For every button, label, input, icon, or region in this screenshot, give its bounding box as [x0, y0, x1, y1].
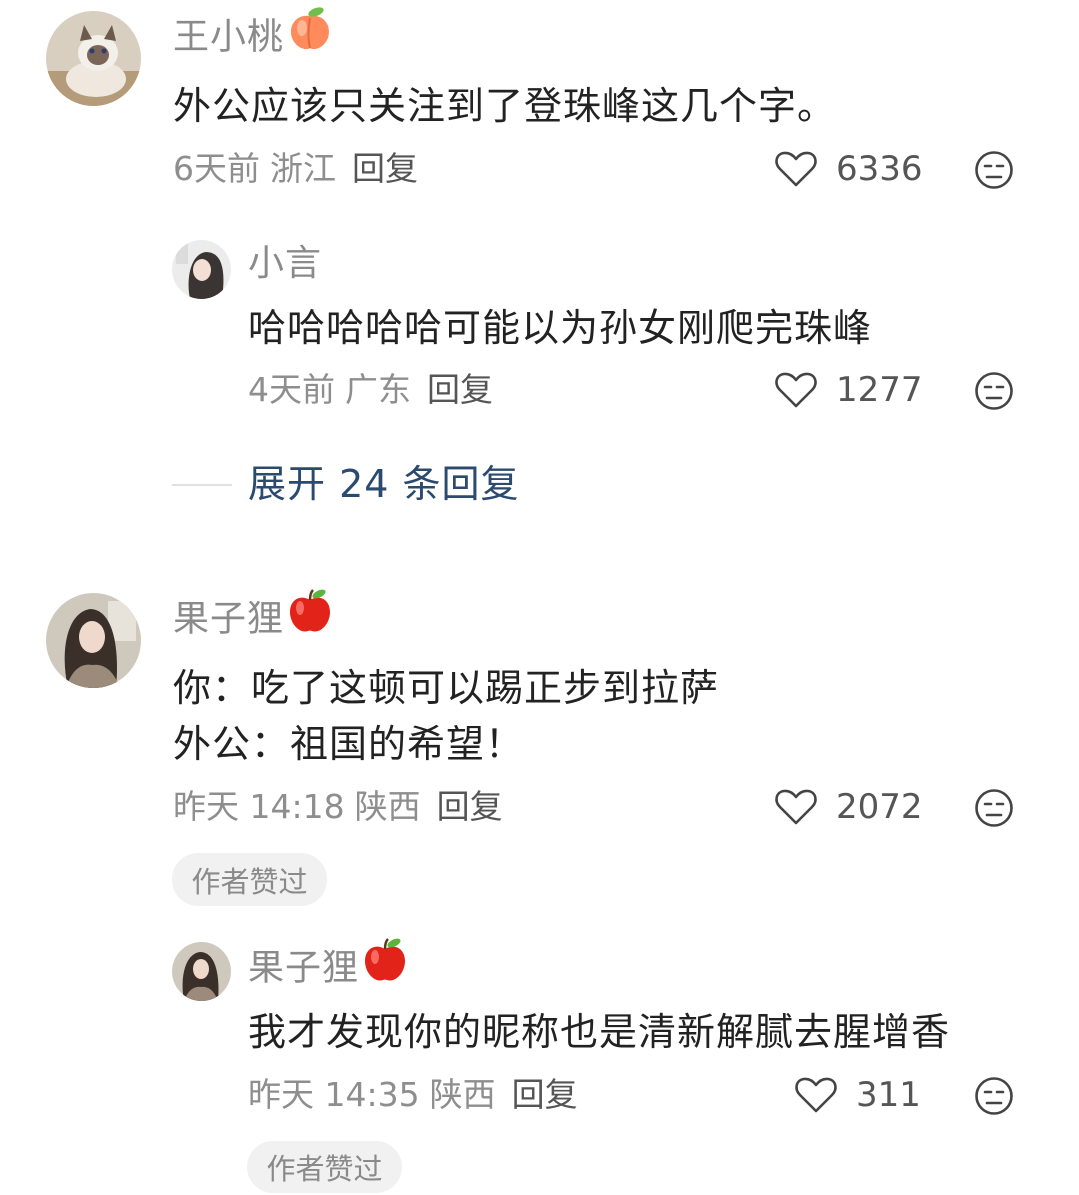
dislike-icon[interactable] [974, 150, 1014, 190]
avatar[interactable] [46, 11, 141, 106]
like-count: 2072 [836, 787, 923, 827]
reply-meta: 4天前 广东 回复 [248, 370, 493, 410]
like-button[interactable]: 2072 [774, 787, 923, 827]
reply-time: 昨天 14:35 [248, 1075, 420, 1114]
avatar[interactable] [172, 240, 231, 299]
like-button[interactable]: 1277 [774, 370, 923, 410]
comment-text-line: 外公：祖国的希望！ [173, 722, 525, 766]
dislike-icon[interactable] [974, 371, 1014, 411]
reply-text: 我才发现你的昵称也是清新解腻去腥增香 [248, 1010, 951, 1054]
peach-icon [286, 6, 334, 63]
comment-location: 浙江 [270, 149, 336, 188]
reply-username[interactable]: 小言 [248, 242, 322, 286]
reply-location: 广东 [345, 370, 411, 409]
reply-meta: 昨天 14:35 陕西 回复 [248, 1075, 578, 1115]
like-button[interactable]: 311 [794, 1075, 921, 1115]
dislike-icon[interactable] [974, 1076, 1014, 1116]
like-count: 1277 [836, 370, 923, 410]
comment-text-line: 你：吃了这顿可以踢正步到拉萨 [173, 666, 720, 710]
like-button[interactable]: 6336 [774, 149, 923, 189]
author-liked-badge: 作者赞过 [247, 1141, 402, 1193]
comment-time: 6天前 [173, 149, 260, 188]
comment-username[interactable]: 果子狸 [173, 589, 334, 645]
dislike-icon[interactable] [974, 788, 1014, 828]
like-count: 311 [856, 1075, 921, 1115]
comment-location: 陕西 [354, 787, 421, 826]
expand-replies-button[interactable]: 展开 24 条回复 [248, 460, 520, 508]
comment-username[interactable]: 王小桃 [173, 7, 334, 63]
avatar[interactable] [172, 942, 231, 1001]
comment-meta: 6天前 浙江 回复 [173, 149, 418, 189]
reply-button[interactable]: 回复 [437, 787, 503, 826]
comment-time: 昨天 14:18 [173, 787, 345, 826]
reply-text: 哈哈哈哈哈可能以为孙女刚爬完珠峰 [248, 306, 873, 350]
heart-icon [775, 372, 817, 408]
reply-button[interactable]: 回复 [427, 370, 493, 409]
apple-icon [286, 588, 334, 645]
reply-location: 陕西 [429, 1075, 496, 1114]
comment-text: 外公应该只关注到了登珠峰这几个字。 [173, 84, 837, 128]
expand-divider [172, 484, 232, 486]
comment-meta: 昨天 14:18 陕西 回复 [173, 787, 503, 827]
like-count: 6336 [836, 149, 923, 189]
reply-button[interactable]: 回复 [512, 1075, 578, 1114]
heart-icon [795, 1077, 837, 1113]
reply-time: 4天前 [248, 370, 335, 409]
author-liked-badge: 作者赞过 [172, 853, 327, 906]
apple-icon [361, 937, 409, 994]
avatar[interactable] [46, 593, 141, 688]
reply-username[interactable]: 果子狸 [248, 938, 409, 994]
heart-icon [775, 151, 817, 187]
reply-button[interactable]: 回复 [352, 149, 418, 188]
heart-icon [775, 789, 817, 825]
